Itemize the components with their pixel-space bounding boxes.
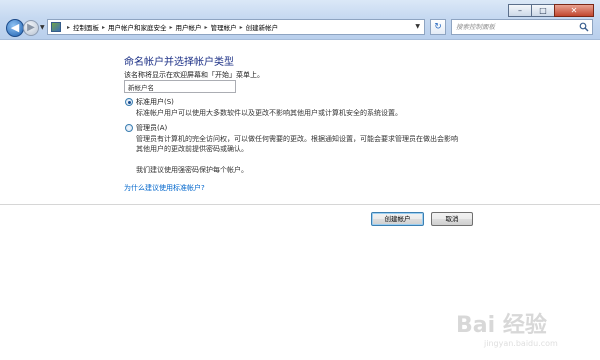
forward-button[interactable]: ▶ — [23, 20, 39, 36]
address-dropdown-icon[interactable]: ▼ — [415, 23, 420, 30]
window-titlebar: – □ ✕ ◀ ▶ ▼ ▸ 控制面板 ▸ 用户帐户和家庭安全 ▸ 用户帐户 ▸ … — [0, 0, 600, 40]
minimize-button[interactable]: – — [508, 4, 532, 17]
standard-user-label[interactable]: 标准用户(S) — [136, 97, 174, 107]
name-prompt: 该名称将显示在欢迎屏幕和「开始」菜单上。 — [124, 71, 264, 79]
baidu-jingyan-watermark: Bai 经验 jingyan.baidu.com — [452, 302, 592, 352]
baidu-logo-icon: Bai 经验 jingyan.baidu.com — [456, 312, 558, 348]
watermark-subtext: jingyan.baidu.com — [483, 339, 558, 348]
create-account-button[interactable]: 创建帐户 — [371, 212, 424, 226]
watermark-logo-text: Bai 经验 — [456, 312, 547, 338]
refresh-icon: ↻ — [434, 22, 442, 32]
standard-user-description: 标准帐户用户可以使用大多数软件以及更改不影响其他用户或计算机安全的系统设置。 — [136, 109, 402, 117]
password-recommendation: 我们建议使用强密码保护每个帐户。 — [136, 166, 248, 174]
divider — [0, 204, 600, 205]
administrator-description-line-2: 其他用户的更改前提供密码或确认。 — [136, 145, 248, 153]
administrator-description-line-1: 管理员有计算机的完全访问权，可以做任何需要的更改。根据通知设置，可能会要求管理员… — [136, 135, 458, 143]
breadcrumb-user-accounts-family-safety[interactable]: 用户帐户和家庭安全 — [108, 22, 167, 32]
breadcrumb-create-account[interactable]: 创建新帐户 — [246, 22, 279, 32]
search-box[interactable] — [451, 19, 593, 35]
back-arrow-icon: ◀ — [10, 21, 20, 34]
cancel-button[interactable]: 取消 — [431, 212, 473, 226]
breadcrumb-control-panel[interactable]: 控制面板 — [73, 22, 99, 32]
refresh-button[interactable]: ↻ — [430, 19, 446, 35]
administrator-radio[interactable] — [125, 124, 133, 132]
breadcrumb-manage-accounts[interactable]: 管理帐户 — [211, 22, 237, 32]
address-bar[interactable]: ▸ 控制面板 ▸ 用户帐户和家庭安全 ▸ 用户帐户 ▸ 管理帐户 ▸ 创建新帐户… — [47, 19, 425, 35]
control-panel-icon — [51, 22, 61, 32]
breadcrumb-separator[interactable]: ▸ — [67, 24, 70, 31]
why-standard-account-link[interactable]: 为什么建议使用标准帐户? — [124, 183, 205, 193]
standard-user-radio[interactable] — [125, 98, 133, 106]
back-button[interactable]: ◀ — [6, 19, 24, 37]
window-controls: – □ ✕ — [508, 4, 594, 17]
search-input[interactable] — [452, 20, 572, 34]
breadcrumb-user-accounts[interactable]: 用户帐户 — [176, 22, 202, 32]
forward-arrow-icon: ▶ — [27, 22, 35, 33]
maximize-button[interactable]: □ — [531, 4, 555, 17]
page-title: 命名帐户并选择帐户类型 — [124, 57, 234, 68]
breadcrumb-separator[interactable]: ▸ — [170, 24, 173, 31]
breadcrumb-separator[interactable]: ▸ — [205, 24, 208, 31]
breadcrumb-separator[interactable]: ▸ — [240, 24, 243, 31]
breadcrumb-separator[interactable]: ▸ — [102, 24, 105, 31]
search-icon[interactable] — [579, 22, 589, 32]
recent-pages-dropdown-icon[interactable]: ▼ — [40, 24, 45, 31]
account-name-input[interactable] — [124, 80, 236, 93]
close-button[interactable]: ✕ — [554, 4, 594, 17]
administrator-label[interactable]: 管理员(A) — [136, 123, 167, 133]
